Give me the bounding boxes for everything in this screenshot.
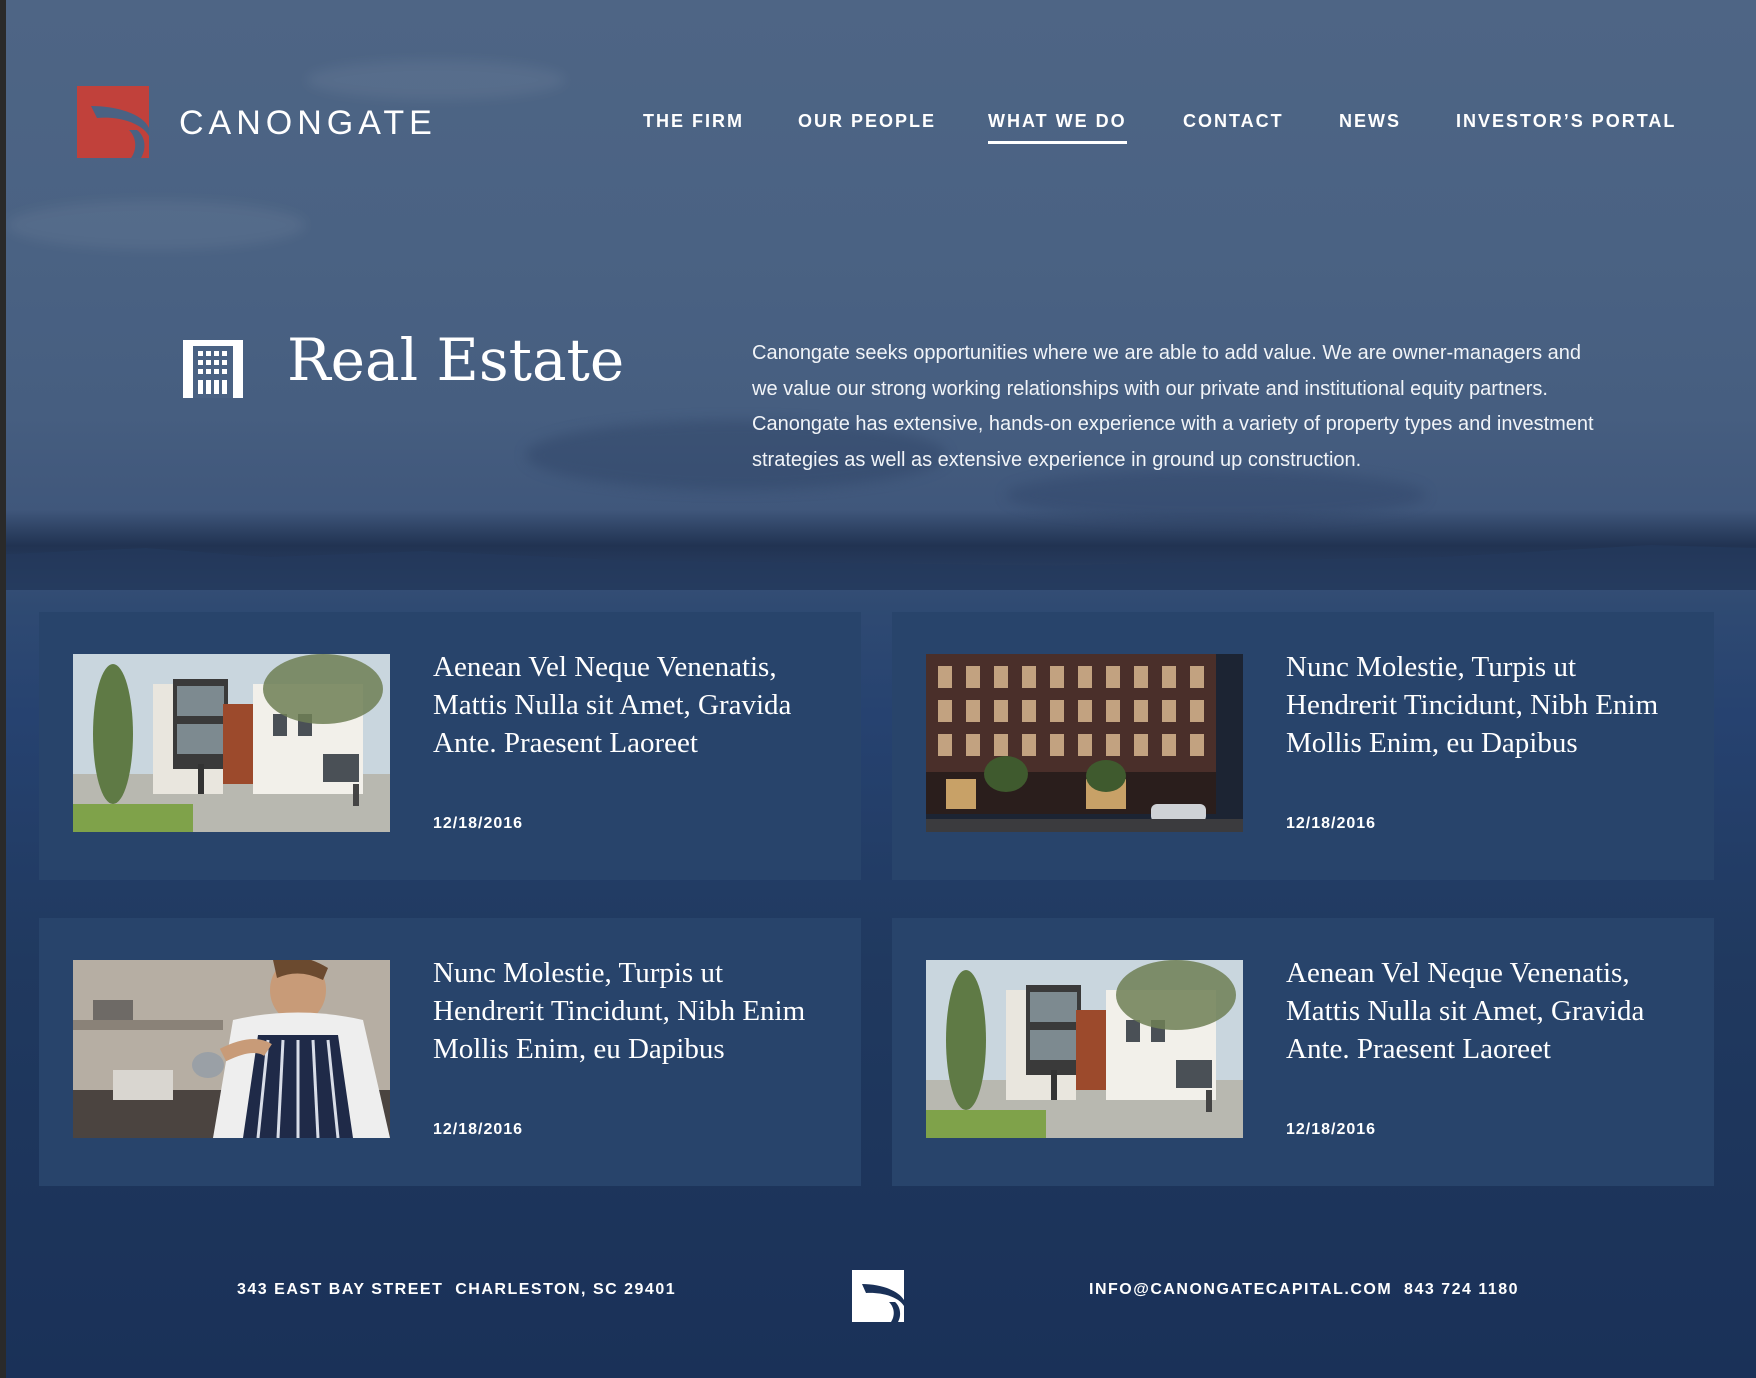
project-thumbnail-chef[interactable] — [73, 960, 390, 1138]
page: CANONGATE THE FIRM OUR PEOPLE WHAT WE DO… — [6, 0, 1756, 1378]
footer-address: 343 EAST BAY STREET CHARLESTON, SC 29401 — [237, 1281, 677, 1298]
nav-item-our-people[interactable]: OUR PEOPLE — [798, 111, 936, 132]
canongate-footer-logo-icon[interactable] — [852, 1270, 904, 1322]
nav-item-news[interactable]: NEWS — [1339, 111, 1401, 132]
page-title: Real Estate — [287, 326, 625, 394]
project-date: 12/18/2016 — [1286, 1121, 1377, 1138]
project-date: 12/18/2016 — [433, 815, 524, 832]
building-icon — [183, 340, 243, 398]
project-title[interactable]: Nunc Molestie, Turpis ut Hendrerit Tinci… — [1286, 648, 1686, 762]
project-card[interactable]: Nunc Molestie, Turpis ut Hendrerit Tinci… — [39, 918, 861, 1186]
project-card[interactable]: Aenean Vel Neque Venenatis, Mattis Nulla… — [892, 918, 1714, 1186]
project-thumbnail-townhouse[interactable] — [926, 960, 1243, 1138]
nav-item-contact[interactable]: CONTACT — [1183, 111, 1284, 132]
footer-contact[interactable]: INFO@CANONGATECAPITAL.COM 843 724 1180 — [1089, 1281, 1519, 1299]
intro-paragraph: Canongate seeks opportunities where we a… — [752, 342, 1594, 471]
nav-item-the-firm[interactable]: THE FIRM — [643, 111, 744, 132]
sky-cloud — [6, 200, 306, 250]
main-nav: THE FIRM OUR PEOPLE WHAT WE DO CONTACT N… — [6, 111, 1756, 151]
project-title[interactable]: Aenean Vel Neque Venenatis, Mattis Nulla… — [433, 648, 833, 762]
nav-item-what-we-do[interactable]: WHAT WE DO — [988, 111, 1127, 144]
project-title[interactable]: Nunc Molestie, Turpis ut Hendrerit Tinci… — [433, 954, 833, 1068]
project-card[interactable]: Aenean Vel Neque Venenatis, Mattis Nulla… — [39, 612, 861, 880]
project-date: 12/18/2016 — [433, 1121, 524, 1138]
sky-cloud — [306, 60, 566, 100]
project-title[interactable]: Aenean Vel Neque Venenatis, Mattis Nulla… — [1286, 954, 1686, 1068]
project-date: 12/18/2016 — [1286, 815, 1377, 832]
project-thumbnail-townhouse[interactable] — [73, 654, 390, 832]
nav-item-investors-portal[interactable]: INVESTOR’S PORTAL — [1456, 111, 1676, 132]
project-card[interactable]: Nunc Molestie, Turpis ut Hendrerit Tinci… — [892, 612, 1714, 880]
project-thumbnail-brick-building[interactable] — [926, 654, 1243, 832]
